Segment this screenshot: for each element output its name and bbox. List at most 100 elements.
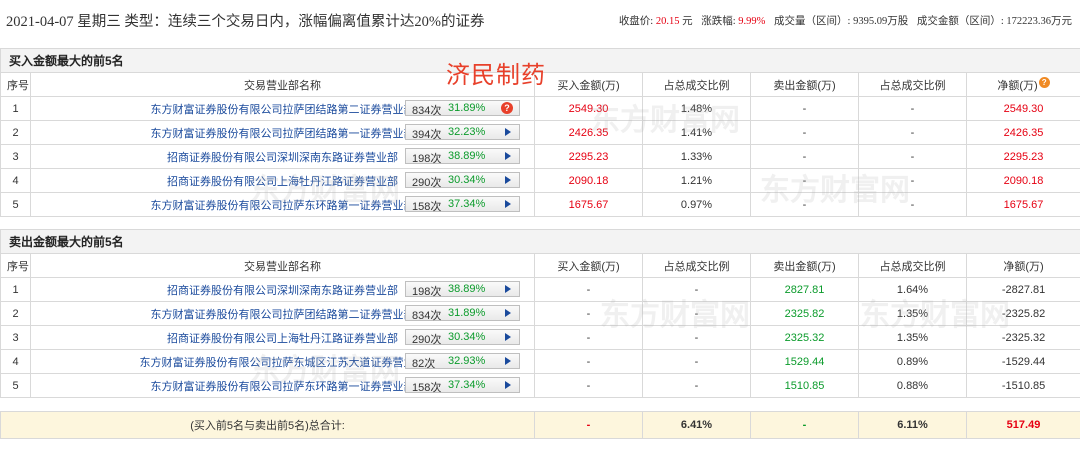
total-sell-ratio: 6.11% — [858, 411, 967, 439]
total-table: (买入前5名与卖出前5名)总合计: - 6.41% - 6.11% 517.49 — [0, 411, 1080, 439]
buy-amount: - — [534, 373, 643, 398]
triangle-right-icon[interactable] — [505, 357, 511, 365]
total-row: (买入前5名与卖出前5名)总合计: - 6.41% - 6.11% 517.49 — [0, 411, 1080, 439]
broker-name-cell[interactable]: 东方财富证券股份有限公司拉萨东环路第一证券营业部 158次 37.34% — [30, 373, 535, 398]
row-seq: 2 — [0, 120, 31, 145]
broker-name-link[interactable]: 东方财富证券股份有限公司拉萨东环路第一证券营业部 — [151, 381, 415, 393]
help-icon[interactable]: ? — [1038, 76, 1050, 88]
triangle-right-icon[interactable] — [505, 285, 511, 293]
broker-rate: 30.34% — [448, 174, 486, 186]
broker-name-cell[interactable]: 招商证券股份有限公司深圳深南东路证券营业部 198次 38.89% — [30, 277, 535, 302]
broker-name-link[interactable]: 招商证券股份有限公司深圳深南东路证券营业部 — [167, 285, 398, 297]
broker-stats-badge[interactable]: 82次 32.93% — [405, 353, 520, 370]
broker-rate: 32.23% — [448, 126, 486, 138]
broker-name-link[interactable]: 东方财富证券股份有限公司拉萨团结路第一证券营业部 — [151, 128, 415, 140]
sell-amount: - — [750, 120, 859, 145]
sell-ratio: - — [858, 96, 967, 121]
change-value: 9.99% — [738, 16, 766, 27]
buy-ratio: - — [642, 373, 751, 398]
triangle-right-icon[interactable] — [505, 200, 511, 208]
summary-bar: 2021-04-07 星期三 类型：连续三个交易日内，涨幅偏离值累计达20%的证… — [0, 0, 1080, 40]
table-row: 1 招商证券股份有限公司深圳深南东路证券营业部 198次 38.89% - -2827.8… — [0, 277, 1080, 302]
broker-rate: 31.89% — [448, 307, 486, 319]
col-net: 净额(万) — [965, 253, 1080, 278]
row-seq: 2 — [0, 301, 31, 326]
sell-column-header: 序号 交易营业部名称 买入金额(万) 占总成交比例 卖出金额(万) 占总成交比例… — [0, 253, 1080, 278]
col-net-label: 净额(万) — [997, 79, 1038, 92]
volume-value: 9395.09万股 — [853, 16, 909, 27]
triangle-right-icon[interactable] — [505, 333, 511, 341]
sell-ratio: 1.35% — [858, 325, 967, 350]
stock-name-overlay: 济民制药 — [446, 61, 546, 89]
broker-name-cell[interactable]: 东方财富证券股份有限公司拉萨团结路第二证券营业部 834次 31.89% — [30, 301, 535, 326]
sell-section-title: 卖出金额最大的前5名 — [0, 229, 1080, 254]
broker-name-cell[interactable]: 招商证券股份有限公司深圳深南东路证券营业部 198次 38.89% — [30, 144, 535, 169]
sell-amount: 2325.32 — [750, 325, 859, 350]
broker-name-link[interactable]: 东方财富证券股份有限公司拉萨东环路第一证券营业部 — [151, 200, 415, 212]
col-buy: 买入金额(万) — [534, 253, 643, 278]
col-sell: 卖出金额(万) — [750, 72, 859, 97]
col-buy-ratio: 占总成交比例 — [642, 72, 751, 97]
sell-ratio: - — [858, 168, 967, 193]
broker-name-link[interactable]: 东方财富证券股份有限公司拉萨团结路第二证券营业部 — [151, 104, 415, 116]
sell-amount: - — [750, 168, 859, 193]
broker-count: 834次 — [412, 310, 442, 322]
broker-name-link[interactable]: 东方财富证券股份有限公司拉萨团结路第二证券营业部 — [151, 309, 415, 321]
buy-amount: 2295.23 — [534, 144, 643, 169]
net-amount: -2325.82 — [965, 301, 1080, 326]
broker-count: 290次 — [412, 334, 442, 346]
broker-rate: 37.34% — [448, 379, 486, 391]
broker-rate: 31.89% — [448, 102, 486, 114]
broker-name-cell[interactable]: 东方财富证券股份有限公司拉萨东城区江苏大道证券营业部 82次 32.93% — [30, 349, 535, 374]
net-amount: -1529.44 — [965, 349, 1080, 374]
broker-stats-badge[interactable]: 834次 31.89%? — [405, 100, 520, 117]
net-amount: 2295.23 — [965, 144, 1080, 169]
triangle-right-icon[interactable] — [505, 152, 511, 160]
col-net[interactable]: 净额(万)? — [965, 72, 1080, 97]
buy-ratio: - — [642, 301, 751, 326]
amount-value: 172223.36万元 — [1006, 16, 1072, 27]
broker-count: 158次 — [412, 382, 442, 394]
date-and-type: 2021-04-07 星期三 类型：连续三个交易日内，涨幅偏离值累计达20%的证… — [6, 14, 485, 30]
broker-rate: 37.34% — [448, 198, 486, 210]
buy-amount: 2426.35 — [534, 120, 643, 145]
broker-name-link[interactable]: 东方财富证券股份有限公司拉萨东城区江苏大道证券营业部 — [140, 357, 426, 369]
triangle-right-icon[interactable] — [505, 381, 511, 389]
broker-name-link[interactable]: 招商证券股份有限公司上海牡丹江路证券营业部 — [167, 333, 398, 345]
broker-stats-badge[interactable]: 198次 38.89% — [405, 281, 520, 298]
close-unit: 元 — [682, 16, 693, 27]
broker-name-cell[interactable]: 东方财富证券股份有限公司拉萨团结路第二证券营业部 834次 31.89%? — [30, 96, 535, 121]
sell-amount: 1529.44 — [750, 349, 859, 374]
broker-name-cell[interactable]: 招商证券股份有限公司上海牡丹江路证券营业部 290次 30.34% — [30, 325, 535, 350]
broker-name-cell[interactable]: 东方财富证券股份有限公司拉萨团结路第一证券营业部 394次 32.23% — [30, 120, 535, 145]
net-amount: 2090.18 — [965, 168, 1080, 193]
triangle-right-icon[interactable] — [505, 128, 511, 136]
amount-label: 成交金额（区间）: — [916, 16, 1004, 27]
sell-ratio: 1.64% — [858, 277, 967, 302]
sell-ratio: - — [858, 144, 967, 169]
broker-stats-badge[interactable]: 158次 37.34% — [405, 196, 520, 213]
broker-stats-badge[interactable]: 290次 30.34% — [405, 329, 520, 346]
broker-stats-badge[interactable]: 198次 38.89% — [405, 148, 520, 165]
broker-stats-badge[interactable]: 394次 32.23% — [405, 124, 520, 141]
question-icon[interactable]: ? — [501, 102, 513, 114]
broker-stats-badge[interactable]: 158次 37.34% — [405, 377, 520, 394]
total-buy: - — [534, 411, 643, 439]
row-seq: 3 — [0, 325, 31, 350]
table-row: 3 招商证券股份有限公司上海牡丹江路证券营业部 290次 30.34% - -2325.3… — [0, 325, 1080, 350]
triangle-right-icon[interactable] — [505, 309, 511, 317]
broker-count: 198次 — [412, 286, 442, 298]
net-amount: -2325.32 — [965, 325, 1080, 350]
net-amount: -2827.81 — [965, 277, 1080, 302]
broker-stats-badge[interactable]: 290次 30.34% — [405, 172, 520, 189]
total-net: 517.49 — [966, 411, 1080, 439]
broker-name-link[interactable]: 招商证券股份有限公司上海牡丹江路证券营业部 — [167, 176, 398, 188]
triangle-right-icon[interactable] — [505, 176, 511, 184]
broker-name-cell[interactable]: 招商证券股份有限公司上海牡丹江路证券营业部 290次 30.34% — [30, 168, 535, 193]
broker-name-cell[interactable]: 东方财富证券股份有限公司拉萨东环路第一证券营业部 158次 37.34% — [30, 192, 535, 217]
close-value: 20.15 — [655, 16, 680, 27]
broker-stats-badge[interactable]: 834次 31.89% — [405, 305, 520, 322]
sell-ratio: - — [858, 120, 967, 145]
broker-name-link[interactable]: 招商证券股份有限公司深圳深南东路证券营业部 — [167, 152, 398, 164]
table-row: 2 东方财富证券股份有限公司拉萨团结路第二证券营业部 834次 31.89% - -232… — [0, 301, 1080, 326]
